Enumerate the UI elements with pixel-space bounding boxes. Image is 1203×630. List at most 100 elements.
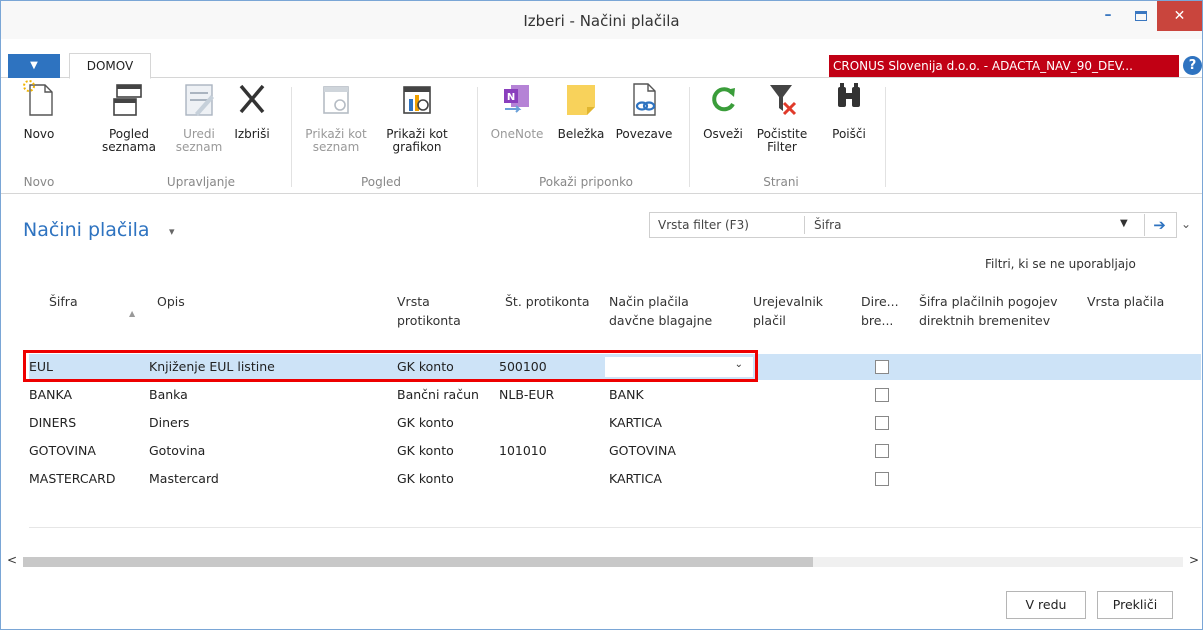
note-label: Beležka xyxy=(557,127,605,141)
collapse-chevron-icon[interactable]: ⌄ xyxy=(1181,217,1191,231)
horizontal-scrollbar[interactable]: < > xyxy=(1,553,1202,571)
show-as-chart-label-2: grafikon xyxy=(392,140,442,154)
table-row[interactable]: DINERS Diners GK konto KARTICA xyxy=(29,410,1201,436)
cell-opis: Gotovina xyxy=(149,443,206,458)
column-header-urejevalnik[interactable]: Urejevalnik plačil xyxy=(753,292,823,330)
maximize-icon xyxy=(1135,11,1147,21)
new-button[interactable]: Novo xyxy=(21,79,57,141)
column-header-label: Šifra xyxy=(49,294,78,309)
clear-filter-icon xyxy=(770,85,797,116)
ribbon-separator xyxy=(477,87,478,187)
refresh-icon xyxy=(712,87,735,112)
ribbon-tab-row: ▼ DOMOV CRONUS Slovenija d.o.o. - ADACTA… xyxy=(1,53,1202,79)
group-label-upravljanje: Upravljanje xyxy=(166,175,236,189)
scroll-left-icon[interactable]: < xyxy=(7,553,17,567)
column-header-sifra-placilnih-pogojev[interactable]: Šifra plačilnih pogojev direktnih bremen… xyxy=(919,292,1057,330)
direct-debit-checkbox[interactable] xyxy=(875,472,889,486)
cell-nacin-placila: BANK xyxy=(609,387,644,402)
ribbon-separator xyxy=(689,87,690,187)
find-button[interactable]: Poišči xyxy=(827,79,871,141)
show-as-chart-button[interactable]: Prikaži kot grafikon xyxy=(381,79,453,154)
direct-debit-checkbox[interactable] xyxy=(875,416,889,430)
view-list-button[interactable]: Pogled seznama xyxy=(99,79,159,154)
direct-debit-checkbox[interactable] xyxy=(875,360,889,374)
scrollbar-thumb[interactable] xyxy=(23,557,813,567)
table-row[interactable]: BANKA Banka Bančni račun NLB-EUR BANK xyxy=(29,382,1201,408)
cell-sifra: MASTERCARD xyxy=(29,471,116,486)
delete-button[interactable]: Izbriši xyxy=(231,79,273,141)
column-header-nacin-placila[interactable]: Način plačila davčne blagajne xyxy=(609,292,712,330)
group-label-pogled: Pogled xyxy=(360,175,402,189)
column-header-label: protikonta xyxy=(397,313,461,328)
cell-vrsta-protikonta: GK konto xyxy=(397,471,454,486)
column-header-label: Vrsta xyxy=(397,294,430,309)
column-header-label: davčne blagajne xyxy=(609,313,713,328)
minimize-button[interactable]: – xyxy=(1093,7,1123,37)
close-button[interactable]: ✕ xyxy=(1157,1,1202,31)
highlight-annotation xyxy=(23,350,758,382)
clear-filter-button[interactable]: Počistite Filter xyxy=(751,79,813,154)
column-header-direktne-bremenitve[interactable]: Dire... bre... xyxy=(861,292,899,330)
cell-opis: Banka xyxy=(149,387,188,402)
cell-opis: Diners xyxy=(149,415,190,430)
list-view-icon xyxy=(323,86,349,114)
tab-domov[interactable]: DOMOV xyxy=(69,53,151,79)
apply-filter-arrow-icon[interactable]: ➔ xyxy=(1144,214,1174,236)
title-bar: Izberi - Načini plačila – ✕ xyxy=(1,1,1202,39)
ok-button[interactable]: V redu xyxy=(1006,591,1086,619)
new-button-label: Novo xyxy=(23,127,55,141)
filter-type-input[interactable]: Vrsta filter (F3) xyxy=(658,218,749,232)
onenote-button[interactable]: N OneNote xyxy=(485,79,549,141)
links-label: Povezave xyxy=(615,127,673,141)
cell-vrsta-protikonta: Bančni račun xyxy=(397,387,479,402)
maximize-button[interactable] xyxy=(1126,6,1156,36)
svg-text:N: N xyxy=(507,92,515,103)
column-header-vrsta-protikonta[interactable]: Vrsta protikonta xyxy=(397,292,461,330)
links-button[interactable]: Povezave xyxy=(613,79,675,141)
help-icon[interactable]: ? xyxy=(1183,56,1202,75)
chevron-down-icon[interactable]: ▾ xyxy=(169,225,175,238)
onenote-icon: N xyxy=(504,85,529,113)
show-as-list-label-2: seznam xyxy=(312,140,360,154)
direct-debit-checkbox[interactable] xyxy=(875,388,889,402)
delete-x-icon xyxy=(239,84,265,114)
column-header-label: Vrsta plačila xyxy=(1087,294,1165,309)
direct-debit-checkbox[interactable] xyxy=(875,444,889,458)
column-header-label: Dire... xyxy=(861,294,899,309)
cell-nacin-placila: KARTICA xyxy=(609,415,662,430)
refresh-button[interactable]: Osveži xyxy=(701,79,745,141)
link-icon xyxy=(633,83,656,116)
sort-ascending-icon: ▲ xyxy=(129,309,136,318)
edit-list-button[interactable]: Uredi seznam xyxy=(171,79,227,154)
cancel-button[interactable]: Prekliči xyxy=(1097,591,1173,619)
edit-list-label-2: seznam xyxy=(175,140,223,154)
filter-bar[interactable]: Vrsta filter (F3) Šifra ▼ ➔ xyxy=(649,212,1177,238)
column-header-label: bre... xyxy=(861,313,894,328)
scrollbar-track[interactable] xyxy=(23,557,1183,567)
column-header-label: plačil xyxy=(753,313,786,328)
column-header-label: Opis xyxy=(157,294,185,309)
cell-vrsta-protikonta: GK konto xyxy=(397,415,454,430)
cell-st-protikonta: 101010 xyxy=(499,443,547,458)
column-header-vrsta-placila[interactable]: Vrsta plačila xyxy=(1087,292,1164,311)
application-menu-button[interactable]: ▼ xyxy=(8,54,60,78)
column-header-st-protikonta[interactable]: Št. protikonta xyxy=(505,292,590,311)
column-header-sifra[interactable]: Šifra xyxy=(49,292,78,311)
column-header-opis[interactable]: Opis xyxy=(157,292,185,311)
clear-filter-label-2: Filter xyxy=(767,140,797,154)
column-header-label: Urejevalnik xyxy=(753,294,824,309)
scroll-right-icon[interactable]: > xyxy=(1189,553,1199,567)
show-as-list-button[interactable]: Prikaži kot seznam xyxy=(301,79,371,154)
filter-field-selector[interactable]: Šifra xyxy=(814,218,841,232)
cell-sifra: BANKA xyxy=(29,387,73,402)
table-row[interactable]: GOTOVINA Gotovina GK konto 101010 GOTOVI… xyxy=(29,438,1201,464)
dropdown-arrow-icon[interactable]: ▼ xyxy=(1120,218,1128,229)
note-button[interactable]: Beležka xyxy=(557,79,605,141)
page-title[interactable]: Načini plačila xyxy=(23,219,150,241)
table-row[interactable]: MASTERCARD Mastercard GK konto KARTICA xyxy=(29,466,1201,492)
note-icon xyxy=(567,85,595,115)
ribbon-separator xyxy=(885,87,886,187)
view-list-label-2: seznama xyxy=(102,140,156,154)
filter-divider xyxy=(804,216,805,234)
filters-status-text: Filtri, ki se ne uporabljajo xyxy=(985,257,1136,271)
